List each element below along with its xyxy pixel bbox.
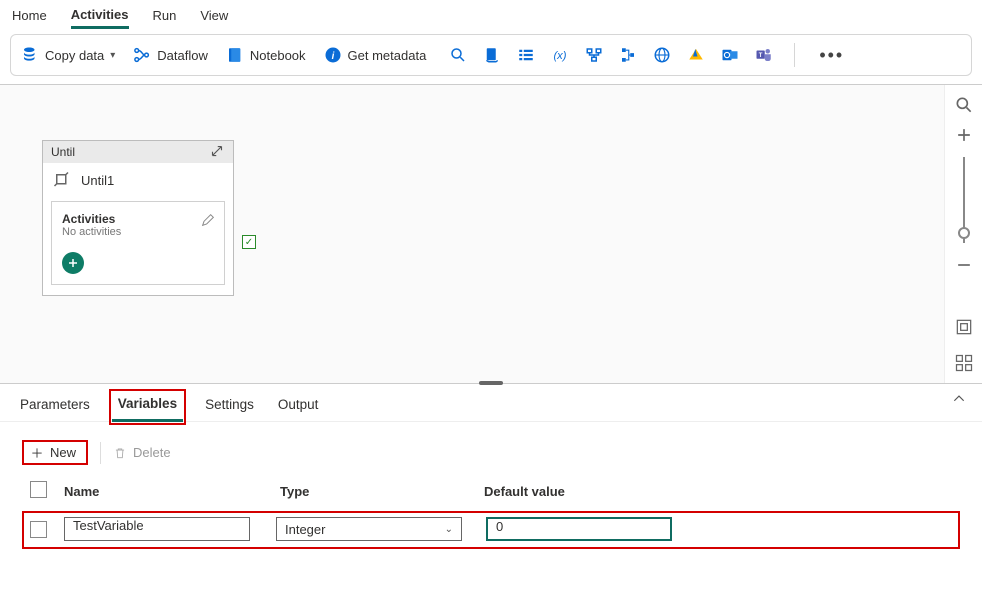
tab-parameters[interactable]: Parameters: [18, 393, 92, 420]
copy-data-button[interactable]: Copy data ▾: [21, 46, 115, 64]
procedure-icon[interactable]: [618, 45, 638, 65]
loop-icon: [53, 171, 71, 189]
database-copy-icon: [21, 46, 39, 64]
header-default-value: Default value: [484, 484, 684, 499]
tab-activities[interactable]: Activities: [71, 1, 129, 29]
svg-text:(x): (x): [554, 50, 567, 62]
get-metadata-button[interactable]: i Get metadata: [324, 46, 427, 64]
row-checkbox[interactable]: [30, 521, 47, 538]
info-icon: i: [324, 46, 342, 64]
tab-home[interactable]: Home: [12, 2, 47, 27]
until-activities-box: Activities No activities: [51, 201, 225, 285]
main-tabs: Home Activities Run View: [0, 0, 982, 30]
toolbar-icon-group: (x) T: [448, 45, 774, 65]
variable-type-select[interactable]: Integer ⌄: [276, 517, 462, 541]
more-button[interactable]: •••: [815, 45, 848, 66]
dataflow-button[interactable]: Dataflow: [133, 46, 208, 64]
tab-output[interactable]: Output: [276, 393, 321, 420]
chevron-down-icon: ▾: [110, 50, 115, 61]
activities-label: Activities: [62, 212, 214, 226]
header-type: Type: [280, 484, 484, 499]
tab-run[interactable]: Run: [153, 2, 177, 27]
delete-variable-button[interactable]: Delete: [113, 445, 171, 460]
delete-label: Delete: [133, 445, 171, 460]
until-name: Until1: [81, 173, 114, 188]
notebook-label: Notebook: [250, 48, 306, 63]
variable-row: TestVariable Integer ⌄ 0: [24, 513, 958, 547]
zoom-thumb[interactable]: [958, 227, 970, 239]
until-header-label: Until: [51, 145, 75, 159]
variable-name-input[interactable]: TestVariable: [64, 517, 250, 541]
search-icon[interactable]: [448, 45, 468, 65]
pipeline-icon[interactable]: [584, 45, 604, 65]
zoom-in-button[interactable]: [954, 125, 974, 145]
teams-icon[interactable]: T: [754, 45, 774, 65]
layout-icon[interactable]: [954, 353, 974, 373]
svg-text:i: i: [331, 51, 334, 62]
properties-panel: Parameters Variables Settings Output New…: [0, 384, 982, 608]
select-all-checkbox[interactable]: [30, 481, 47, 498]
plus-icon: [30, 446, 44, 460]
trash-icon: [113, 446, 127, 460]
new-label: New: [50, 445, 76, 460]
variables-header-row: Name Type Default value: [0, 475, 982, 507]
variables-toolbar: New Delete: [0, 422, 982, 475]
until-activity[interactable]: Until Until1 Activities No activities: [42, 140, 234, 296]
pipeline-canvas[interactable]: Until Until1 Activities No activities: [0, 84, 982, 384]
tab-settings[interactable]: Settings: [203, 393, 256, 420]
variable-type-value: Integer: [285, 522, 325, 537]
zoom-slider[interactable]: [963, 157, 965, 243]
no-activities-label: No activities: [62, 226, 214, 238]
notebook-icon: [226, 46, 244, 64]
tab-view[interactable]: View: [200, 2, 228, 27]
panel-tabs: Parameters Variables Settings Output: [0, 384, 982, 422]
globe-icon[interactable]: [652, 45, 672, 65]
dataflow-label: Dataflow: [157, 48, 208, 63]
until-header: Until: [43, 141, 233, 163]
collapse-icon[interactable]: [211, 145, 225, 159]
script-icon[interactable]: [482, 45, 502, 65]
edit-icon[interactable]: [200, 212, 216, 228]
canvas-controls: [944, 85, 982, 383]
get-metadata-label: Get metadata: [348, 48, 427, 63]
canvas-search-icon[interactable]: [954, 95, 974, 115]
variable-default-value-input[interactable]: 0: [486, 517, 672, 541]
header-name: Name: [64, 484, 280, 499]
function-icon[interactable]: [686, 45, 706, 65]
activities-toolbar: Copy data ▾ Dataflow Notebook i Get meta…: [10, 34, 972, 76]
outlook-icon[interactable]: [720, 45, 740, 65]
panel-collapse-icon[interactable]: [952, 392, 966, 409]
notebook-button[interactable]: Notebook: [226, 46, 306, 64]
list-icon[interactable]: [516, 45, 536, 65]
fit-screen-icon[interactable]: [954, 317, 974, 337]
toolbar-separator: [794, 43, 795, 67]
svg-text:T: T: [759, 53, 763, 59]
copy-data-label: Copy data: [45, 48, 104, 63]
add-activity-button[interactable]: [62, 252, 84, 274]
new-variable-button[interactable]: New: [22, 440, 88, 465]
chevron-down-icon: ⌄: [445, 524, 453, 535]
tab-variables[interactable]: Variables: [112, 392, 183, 422]
dataflow-icon: [133, 46, 151, 64]
variable-icon[interactable]: (x): [550, 45, 570, 65]
toolbar-separator: [100, 442, 101, 464]
zoom-out-button[interactable]: [954, 255, 974, 275]
toolbar-container: Copy data ▾ Dataflow Notebook i Get meta…: [0, 30, 982, 84]
until-title-row: Until1: [43, 163, 233, 197]
validation-check-icon: ✓: [242, 235, 256, 249]
